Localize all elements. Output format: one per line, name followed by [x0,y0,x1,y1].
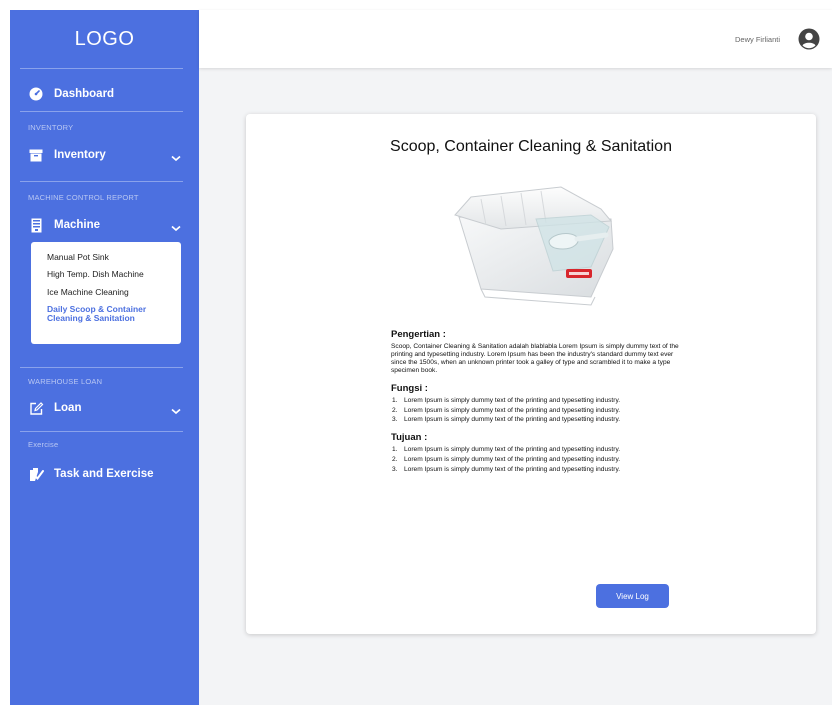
list-item: 1. Lorem Ipsum is simply dummy text of th… [392,446,621,454]
chevron-down-icon[interactable] [171,402,181,420]
sidebar-item-label: Loan [54,402,82,414]
fungsi-heading: Fungsi : [391,382,428,394]
section-label-machine: MACHINE CONTROL REPORT [28,193,139,202]
sidebar-item-loan[interactable]: Loan [28,398,183,418]
user-name[interactable]: Dewy Firlianti [735,35,780,44]
sidebar-item-label: Machine [54,219,101,231]
detail-card: Scoop, Container Cleaning & Sanitation P… [246,114,816,634]
divider [20,111,183,112]
app-root: LOGO Dashboard INVENTORY Inventory MACHI… [10,10,832,705]
product-image [441,179,621,314]
view-log-button[interactable]: View Log [596,584,669,608]
archive-box-icon [28,147,44,163]
content-block: Pengertian : Scoop, Container Cleaning &… [391,329,681,482]
list-item: 1. Lorem Ipsum is simply dummy text of th… [392,396,621,404]
sidebar-item-machine[interactable]: Machine [28,215,183,235]
machine-submenu: Manual Pot Sink High Temp. Dish Machine … [31,242,181,344]
submenu-item-ice-machine-cleaning[interactable]: Ice Machine Cleaning [47,287,181,297]
pengertian-heading: Pengertian : [391,329,446,340]
divider [20,68,183,69]
machine-icon [28,217,44,233]
sidebar-item-task-and-exercise[interactable]: Task and Exercise [28,464,183,484]
list-item: 3. Lorem Ipsum is simply dummy text of th… [392,416,621,424]
submenu-item-daily-scoop-container[interactable]: Daily Scoop & Container Cleaning & Sanit… [47,305,175,323]
edit-icon [28,400,44,416]
sidebar-item-inventory[interactable]: Inventory [28,145,183,165]
section-label-exercise: Exercise [28,440,59,449]
section-label-inventory: INVENTORY [28,123,74,132]
divider [20,181,183,182]
task-icon [28,466,44,482]
fungsi-list: 1. Lorem Ipsum is simply dummy text of th… [391,397,681,425]
submenu-item-manual-pot-sink[interactable]: Manual Pot Sink [47,252,181,262]
top-header: Dewy Firlianti [199,10,832,68]
sidebar: LOGO Dashboard INVENTORY Inventory MACHI… [10,10,199,705]
sidebar-item-label: Inventory [54,149,106,161]
speedometer-icon [28,86,44,102]
section-label-warehouse: WAREHOUSE LOAN [28,377,103,386]
chevron-down-icon[interactable] [171,219,181,237]
list-item: 3. Lorem Ipsum is simply dummy text of th… [392,466,621,474]
divider [20,367,183,368]
sidebar-item-label: Task and Exercise [54,468,154,480]
user-avatar-icon[interactable] [798,28,820,50]
chevron-down-icon[interactable] [171,149,181,167]
sidebar-item-label: Dashboard [54,88,115,100]
page-title: Scoop, Container Cleaning & Sanitation [390,138,672,155]
tujuan-heading: Tujuan : [391,432,428,444]
logo: LOGO [74,28,135,50]
list-item: 2. Lorem Ipsum is simply dummy text of th… [392,406,621,414]
tujuan-list: 1. Lorem Ipsum is simply dummy text of th… [391,446,681,474]
pengertian-text: Scoop, Container Cleaning & Sanitation a… [391,343,679,374]
divider [20,431,183,432]
sidebar-item-dashboard[interactable]: Dashboard [28,84,183,104]
submenu-item-high-temp-dish-machine[interactable]: High Temp. Dish Machine [47,269,181,279]
list-item: 2. Lorem Ipsum is simply dummy text of th… [392,456,621,464]
